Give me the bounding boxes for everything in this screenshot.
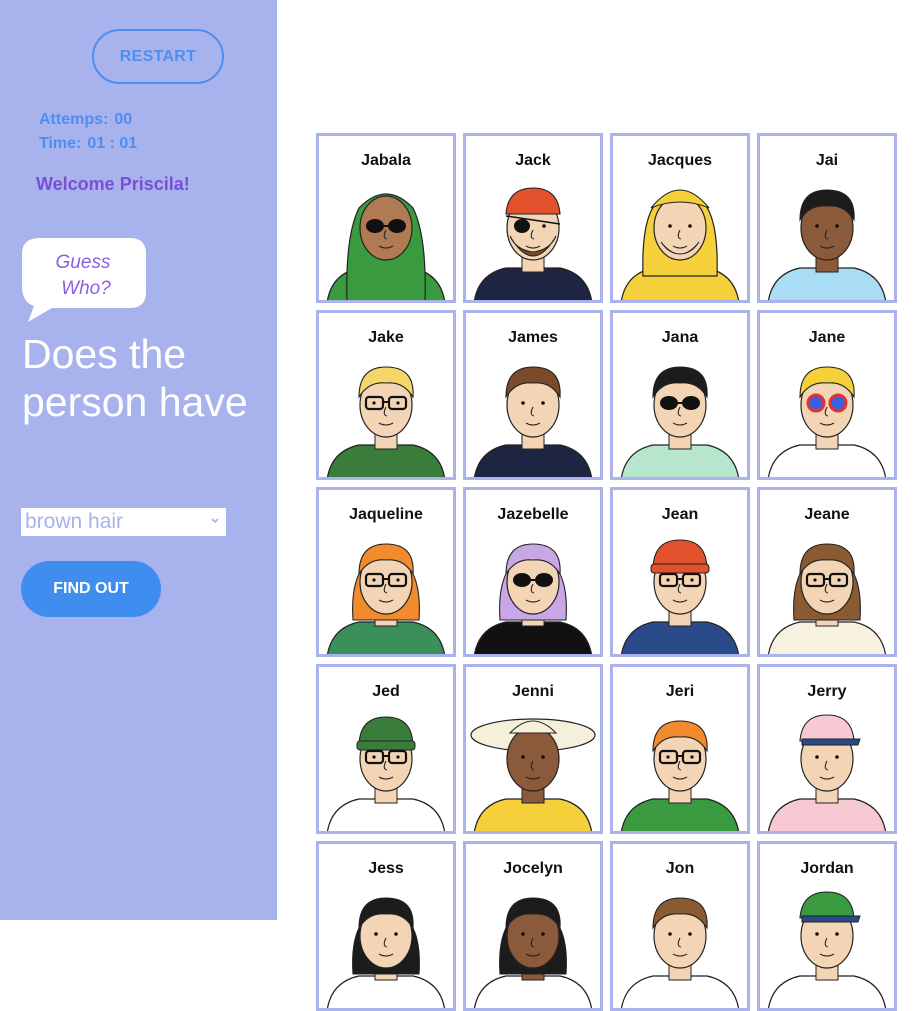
character-name: Jocelyn: [503, 860, 563, 877]
character-portrait-icon: [473, 366, 593, 477]
logo-line-1: Guess: [55, 252, 111, 273]
character-portrait-icon: [473, 187, 593, 300]
character-name: Jeane: [804, 506, 850, 523]
logo-text: Guess Who?: [20, 250, 146, 302]
character-portrait-icon: [326, 193, 446, 300]
character-portrait-icon: [473, 897, 593, 1008]
sidebar: RESTART Attemps: 00 Time: 01 : 01 Welcome …: [0, 0, 277, 920]
character-card[interactable]: Jane: [757, 310, 897, 480]
selected-option: brown hair: [25, 510, 124, 533]
character-card[interactable]: Jordan: [757, 841, 897, 1011]
character-card[interactable]: Jacques: [610, 133, 750, 303]
character-portrait-icon: [767, 714, 887, 831]
character-name: Jean: [661, 506, 699, 523]
character-name: Jake: [368, 329, 404, 346]
character-name: Jordan: [800, 860, 854, 877]
character-portrait-icon: [620, 189, 740, 300]
character-name: Jabala: [361, 152, 411, 169]
time-value: 01 : 01: [87, 135, 138, 152]
welcome-message: Welcome Priscila!: [36, 174, 190, 194]
character-portrait-icon: [767, 543, 887, 654]
character-name: Jacques: [647, 152, 713, 169]
logo-line-2: Who?: [61, 278, 111, 299]
character-card[interactable]: Jeane: [757, 487, 897, 657]
character-card[interactable]: Jai: [757, 133, 897, 303]
character-card[interactable]: Jon: [610, 841, 750, 1011]
character-card[interactable]: Jenni: [463, 664, 603, 834]
character-name: Jenni: [512, 683, 554, 700]
character-name: Jai: [815, 152, 839, 169]
chevron-down-icon: [211, 518, 219, 524]
character-card[interactable]: Jean: [610, 487, 750, 657]
character-card[interactable]: Jack: [463, 133, 603, 303]
attempts-value: 00: [114, 111, 133, 128]
character-card[interactable]: Jake: [316, 310, 456, 480]
character-name: Jeri: [665, 683, 695, 700]
attempts-label: Attemps:: [39, 111, 109, 128]
character-portrait-icon: [767, 366, 887, 477]
character-portrait-icon: [470, 718, 596, 831]
character-name: Jess: [368, 860, 404, 877]
character-card[interactable]: Jazebelle: [463, 487, 603, 657]
character-portrait-icon: [620, 897, 740, 1008]
character-portrait-icon: [620, 539, 740, 654]
character-portrait-icon: [620, 366, 740, 477]
character-card[interactable]: Jerry: [757, 664, 897, 834]
time-label: Time:: [39, 135, 82, 152]
character-name: Jana: [661, 329, 699, 346]
find-out-button[interactable]: FIND OUT: [21, 561, 161, 617]
character-portrait-icon: [767, 189, 887, 300]
character-card[interactable]: Jaqueline: [316, 487, 456, 657]
restart-button[interactable]: RESTART: [92, 29, 224, 84]
attempts-counter: Attemps: 00: [39, 111, 132, 129]
timer: Time: 01 : 01: [39, 135, 137, 153]
character-card[interactable]: James: [463, 310, 603, 480]
character-portrait-icon: [767, 891, 887, 1008]
character-portrait-icon: [620, 720, 740, 831]
speech-bubble: Guess Who?: [20, 234, 150, 324]
character-name: Jerry: [807, 683, 847, 700]
character-portrait-icon: [326, 366, 446, 477]
character-name: Jaqueline: [349, 506, 423, 523]
question-heading: Does the person have: [22, 331, 248, 425]
character-card[interactable]: Jed: [316, 664, 456, 834]
character-portrait-icon: [473, 543, 593, 654]
character-name: James: [508, 329, 558, 346]
attribute-select[interactable]: brown hair: [21, 508, 226, 536]
character-name: Jed: [372, 683, 400, 700]
character-portrait-icon: [326, 716, 446, 831]
character-name: Jack: [515, 152, 551, 169]
character-name: Jon: [665, 860, 695, 877]
character-name: Jane: [808, 329, 846, 346]
character-card[interactable]: Jabala: [316, 133, 456, 303]
character-card[interactable]: Jess: [316, 841, 456, 1011]
character-portrait-icon: [326, 897, 446, 1008]
character-card[interactable]: Jana: [610, 310, 750, 480]
character-name: Jazebelle: [497, 506, 569, 523]
character-card[interactable]: Jocelyn: [463, 841, 603, 1011]
character-card[interactable]: Jeri: [610, 664, 750, 834]
character-portrait-icon: [326, 543, 446, 654]
